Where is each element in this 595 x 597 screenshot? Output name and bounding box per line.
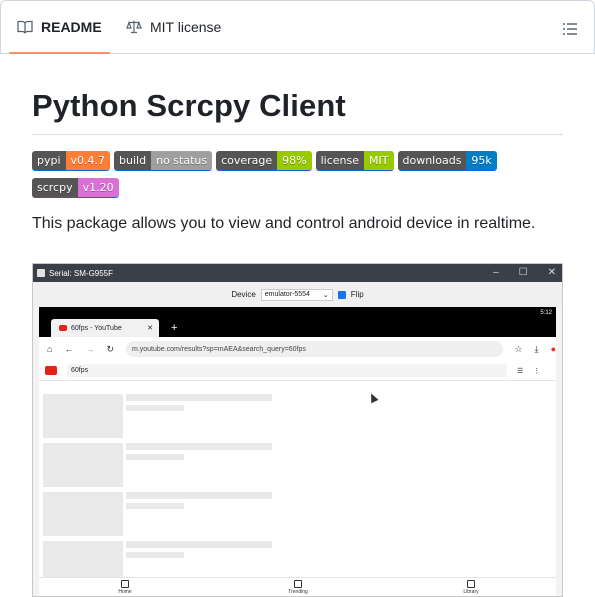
window-titlebar: Serial: SM-G955F – ☐ ✕ — [33, 264, 562, 282]
badge-downloads[interactable]: downloads 95k — [397, 151, 497, 171]
scale-icon — [126, 20, 142, 34]
window-title: Serial: SM-G955F — [49, 268, 114, 278]
badge-value: MIT — [364, 151, 394, 170]
youtube-logo-icon — [45, 366, 57, 375]
nav-trending-label: Trending — [288, 589, 308, 595]
browser-toolbar: ⌂ ← → ↻ m.youtube.com/results?sp=mAEA&se… — [39, 337, 556, 361]
maximize-icon: ☐ — [518, 267, 528, 278]
title-placeholder — [126, 394, 272, 401]
meta-placeholder — [126, 552, 184, 558]
badge-value: no status — [151, 151, 213, 170]
library-icon — [467, 580, 475, 588]
chevron-down-icon: ⌄ — [322, 291, 329, 299]
reload-icon: ↻ — [106, 343, 114, 354]
badge-row: pypi v0.4.7 build no status coverage 98% licen… — [32, 151, 563, 171]
tab-license[interactable]: MIT license — [126, 1, 221, 53]
video-placeholder — [43, 443, 123, 487]
meta-placeholder — [126, 503, 184, 509]
youtube-bottom-nav: Home Trending Library — [39, 577, 556, 596]
title-placeholder — [126, 443, 272, 450]
profile-icon: ● — [550, 344, 556, 354]
meta-placeholder — [126, 454, 184, 460]
mouse-cursor-icon — [367, 391, 379, 404]
nav-home-label: Home — [118, 589, 132, 595]
browser-tab-title: 60fps - YouTube — [71, 324, 122, 332]
badge-build[interactable]: build no status — [114, 151, 213, 171]
demo-screenshot: Serial: SM-G955F – ☐ ✕ Device emulator-5… — [32, 263, 563, 597]
badge-pypi[interactable]: pypi v0.4.7 — [32, 151, 111, 171]
list-icon[interactable] — [562, 21, 578, 37]
nav-home: Home — [110, 580, 140, 595]
star-icon: ☆ — [514, 343, 523, 354]
tab-close-icon: ✕ — [147, 325, 153, 332]
nav-trending: Trending — [283, 580, 313, 595]
device-bar: Device emulator-5554 ⌄ Flip — [33, 282, 562, 307]
page-title: Python Scrcpy Client — [32, 88, 563, 135]
youtube-searchbar: 60fps ☰ ⋮ — [39, 361, 556, 381]
meta-placeholder — [126, 405, 184, 411]
package-description: This package allows you to view and cont… — [32, 215, 536, 232]
download-icon: ⤓ — [534, 343, 539, 354]
tab-readme-label: README — [41, 19, 102, 35]
badge-scrcpy[interactable]: scrcpy v1.20 — [32, 178, 119, 198]
badge-label: downloads — [397, 151, 467, 170]
back-icon: ← — [64, 344, 74, 354]
flame-icon — [294, 580, 302, 588]
youtube-search-query: 60fps — [67, 364, 507, 377]
video-placeholder — [43, 492, 123, 536]
readme-tabbar: README MIT license — [0, 0, 595, 54]
badge-value: v0.4.7 — [65, 151, 111, 170]
title-placeholder — [126, 492, 272, 499]
nav-library: Library — [456, 580, 486, 595]
home-icon — [121, 580, 129, 588]
badge-coverage[interactable]: coverage 98% — [216, 151, 312, 171]
badge-label: pypi — [32, 151, 66, 170]
badge-list: pypi v0.4.7 build no status coverage 98% licen… — [32, 151, 563, 198]
device-label: Device — [231, 290, 256, 299]
tab-readme[interactable]: README — [9, 1, 110, 54]
badge-label: scrcpy — [32, 178, 78, 197]
phone-screen: 5:12 60fps - YouTube ✕ + ⌂ ← → ↻ m.youtu… — [39, 307, 556, 596]
badge-label: coverage — [216, 151, 278, 170]
readme-content: Python Scrcpy Client pypi v0.4.7 build no s… — [32, 54, 563, 236]
forward-icon: → — [85, 344, 95, 354]
video-placeholder — [43, 394, 123, 438]
browser-tabstrip: 60fps - YouTube ✕ + — [39, 319, 556, 337]
app-icon — [37, 269, 45, 277]
badge-label: license — [315, 151, 365, 170]
url-bar: m.youtube.com/results?sp=mAEA&search_que… — [125, 341, 503, 357]
browser-tab: 60fps - YouTube ✕ — [51, 319, 159, 337]
youtube-favicon-icon — [59, 325, 67, 331]
badge-license[interactable]: license MIT — [315, 151, 394, 171]
window-controls: – ☐ ✕ — [493, 267, 556, 278]
nav-library-label: Library — [463, 589, 479, 595]
close-icon: ✕ — [547, 267, 556, 278]
badge-row: scrcpy v1.20 — [32, 178, 563, 198]
filter-icon: ☰ — [517, 367, 524, 375]
badge-value: 98% — [277, 151, 312, 170]
url-text: m.youtube.com/results?sp=mAEA&search_que… — [131, 345, 306, 353]
badge-label: build — [114, 151, 152, 170]
badge-value: 95k — [466, 151, 497, 170]
device-select: emulator-5554 ⌄ — [260, 288, 333, 301]
tab-license-label: MIT license — [150, 19, 222, 35]
flip-label: Flip — [350, 290, 364, 299]
home-icon: ⌂ — [47, 344, 53, 354]
status-time: 5:12 — [39, 307, 556, 319]
title-placeholder — [126, 541, 272, 548]
device-value: emulator-5554 — [264, 290, 310, 298]
flip-checkbox — [337, 290, 346, 299]
new-tab-icon: + — [171, 322, 178, 334]
badge-value: v1.20 — [77, 178, 119, 197]
minimize-icon: – — [493, 267, 499, 278]
book-icon — [17, 20, 33, 34]
more-icon: ⋮ — [533, 367, 541, 375]
